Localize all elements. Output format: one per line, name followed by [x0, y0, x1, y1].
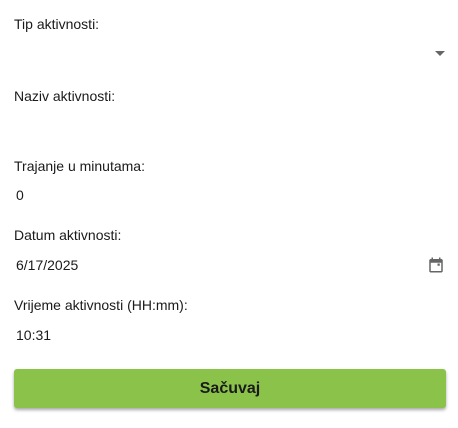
- time-label: Vrijeme aktivnosti (HH:mm):: [14, 297, 188, 313]
- chevron-down-icon[interactable]: [435, 51, 445, 56]
- activity-name-input[interactable]: [14, 110, 446, 142]
- date-picker[interactable]: 6/17/2025: [14, 250, 446, 280]
- activity-type-dropdown[interactable]: [14, 38, 446, 70]
- duration-value: 0: [16, 187, 24, 203]
- calendar-icon[interactable]: [427, 256, 445, 274]
- time-input[interactable]: 10:31: [14, 320, 446, 350]
- time-value: 10:31: [16, 327, 52, 343]
- duration-label: Trajanje u minutama:: [14, 158, 145, 174]
- activity-name-label: Naziv aktivnosti:: [14, 88, 116, 104]
- save-button[interactable]: Sačuvaj: [14, 369, 446, 408]
- activity-type-label: Tip aktivnosti:: [14, 16, 100, 32]
- date-value: 6/17/2025: [16, 257, 79, 273]
- duration-input[interactable]: 0: [14, 180, 446, 210]
- date-label: Datum aktivnosti:: [14, 227, 122, 243]
